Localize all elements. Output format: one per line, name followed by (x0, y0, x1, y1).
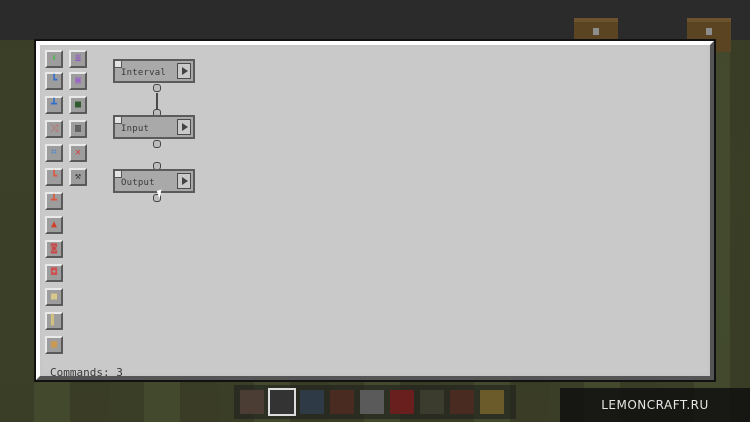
hotbar[interactable] (234, 385, 516, 419)
tool-settings[interactable]: ⚒ (69, 168, 87, 186)
site-watermark: LEMONCRAFT.RU (560, 388, 750, 422)
tool-output[interactable]: ┻ (45, 96, 63, 114)
redstone-receiver-icon: ◘ (50, 267, 58, 278)
hotbar-slot[interactable] (330, 390, 354, 414)
variable-bars-icon: ▥ (74, 123, 82, 134)
command-manager-window: ⬇ ≣ ┗ ▣ ┻ ■ ⤨ ▥ ⌗ ✕ ┗ ⚒ ┻ ▲ ◙ ◘ ■ ▌ ▦ In… (36, 41, 714, 380)
input-connector-icon: ┗ (50, 75, 58, 86)
sign-side-icon: ▌ (50, 315, 58, 326)
tool-block[interactable]: ■ (69, 96, 87, 114)
tool-fluid-output[interactable]: ┻ (45, 192, 63, 210)
node-connection-out[interactable] (153, 140, 161, 148)
tool-redstone-receiver[interactable]: ◘ (45, 264, 63, 282)
node-expand-button[interactable] (177, 173, 191, 189)
tool-sign-side[interactable]: ▌ (45, 312, 63, 330)
hotbar-slot[interactable] (240, 390, 264, 414)
purple-chip-icon: ▣ (74, 75, 82, 86)
node-connection-out[interactable] (153, 84, 161, 92)
node-drag-handle[interactable] (115, 171, 122, 178)
hotbar-slot[interactable] (300, 390, 324, 414)
tool-crafting[interactable]: ▦ (45, 336, 63, 354)
node-expand-button[interactable] (177, 119, 191, 135)
split-arrow-icon: ⤨ (50, 123, 58, 134)
redstone-emitter-icon: ◙ (50, 243, 58, 254)
crafting-grid-icon: ▦ (50, 339, 58, 350)
tool-fluid-input[interactable]: ┗ (45, 168, 63, 186)
sign-blank-icon: ■ (50, 291, 58, 302)
node-label: Output (121, 178, 155, 188)
tool-trigger[interactable]: ⬇ (45, 50, 63, 68)
tool-group[interactable]: ⌗ (45, 144, 63, 162)
tool-redstone-emitter[interactable]: ◙ (45, 240, 63, 258)
command-node-input[interactable]: Input (113, 115, 195, 139)
purple-list-icon: ≣ (74, 53, 82, 64)
tool-input[interactable]: ┗ (45, 72, 63, 90)
input-fire-icon: ┗ (50, 171, 58, 182)
tool-split[interactable]: ⤨ (45, 120, 63, 138)
command-node-interval[interactable]: Interval (113, 59, 195, 83)
network-icon: ⌗ (51, 147, 57, 158)
output-fire-icon: ┻ (50, 195, 58, 206)
green-down-arrow-icon: ⬇ (50, 53, 58, 64)
hotbar-slot[interactable] (360, 390, 384, 414)
tool-chip[interactable]: ▣ (69, 72, 87, 90)
world-sky (0, 0, 750, 40)
hotbar-slot-selected[interactable] (268, 388, 296, 416)
tool-sign[interactable]: ■ (45, 288, 63, 306)
commands-count: Commands: 3 (50, 366, 123, 379)
tool-flow-list[interactable]: ≣ (69, 50, 87, 68)
wrench-icon: ⚒ (74, 171, 82, 182)
command-manager-panel: ⬇ ≣ ┗ ▣ ┻ ■ ⤨ ▥ ⌗ ✕ ┗ ⚒ ┻ ▲ ◙ ◘ ■ ▌ ▦ In… (42, 47, 708, 379)
node-label: Input (121, 124, 150, 134)
green-square-icon: ■ (74, 99, 82, 110)
hotbar-slot[interactable] (420, 390, 444, 414)
hotbar-slot[interactable] (390, 390, 414, 414)
command-node-output[interactable]: Output (113, 169, 195, 193)
output-connector-icon: ┻ (50, 99, 58, 110)
node-label: Interval (121, 68, 166, 78)
node-drag-handle[interactable] (115, 117, 122, 124)
node-expand-button[interactable] (177, 63, 191, 79)
red-x-icon: ✕ (74, 147, 82, 158)
flame-red-icon: ▲ (50, 219, 58, 230)
tool-burner[interactable]: ▲ (45, 216, 63, 234)
hotbar-slot[interactable] (450, 390, 474, 414)
tool-variable[interactable]: ▥ (69, 120, 87, 138)
tool-delete[interactable]: ✕ (69, 144, 87, 162)
hotbar-slot[interactable] (480, 390, 504, 414)
node-drag-handle[interactable] (115, 61, 122, 68)
